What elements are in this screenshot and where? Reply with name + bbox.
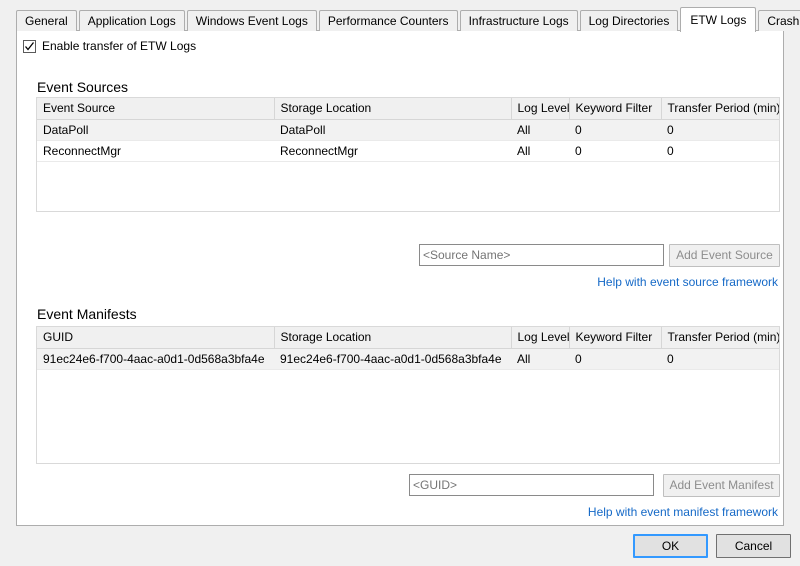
cancel-button[interactable]: Cancel xyxy=(716,534,791,558)
table-row[interactable]: ReconnectMgr ReconnectMgr All 0 0 xyxy=(37,140,779,162)
enable-etw-logs-row[interactable]: Enable transfer of ETW Logs xyxy=(23,40,196,53)
tab-crash-dumps[interactable]: Crash Dumps xyxy=(758,10,800,31)
empty-cell xyxy=(511,369,569,370)
tab-general[interactable]: General xyxy=(16,10,77,31)
cell-storage-location[interactable]: ReconnectMgr xyxy=(274,140,511,162)
event-sources-grid[interactable]: Event Source Storage Location Log Level … xyxy=(36,97,780,212)
cell-transfer-period[interactable]: 0 xyxy=(661,119,779,141)
cell-keyword-filter[interactable]: 0 xyxy=(569,140,661,162)
column-header-storage-location[interactable]: Storage Location xyxy=(274,98,512,120)
event-manifests-grid[interactable]: GUID Storage Location Log Level Keyword … xyxy=(36,326,780,464)
cell-storage-location[interactable]: DataPoll xyxy=(274,119,511,141)
empty-cell xyxy=(274,369,511,370)
cell-transfer-period[interactable]: 0 xyxy=(661,140,779,162)
cell-event-source[interactable]: DataPoll xyxy=(37,119,274,141)
column-header-keyword-filter[interactable]: Keyword Filter xyxy=(569,327,662,349)
tab-log-directories[interactable]: Log Directories xyxy=(579,10,679,31)
cell-keyword-filter[interactable]: 0 xyxy=(569,119,661,141)
cell-log-level[interactable]: All xyxy=(511,348,569,370)
add-event-source-button[interactable]: Add Event Source xyxy=(669,244,780,267)
cell-guid[interactable]: 91ec24e6-f700-4aac-a0d1-0d568a3bfa4e xyxy=(37,348,274,370)
cell-storage-location[interactable]: 91ec24e6-f700-4aac-a0d1-0d568a3bfa4e xyxy=(274,348,511,370)
empty-cell xyxy=(661,161,779,162)
empty-cell xyxy=(511,161,569,162)
cell-log-level[interactable]: All xyxy=(511,119,569,141)
column-header-transfer-period[interactable]: Transfer Period (min) xyxy=(661,98,779,120)
tab-content-panel: Enable transfer of ETW Logs Event Source… xyxy=(16,30,784,526)
add-event-manifest-button[interactable]: Add Event Manifest xyxy=(663,474,780,497)
enable-etw-logs-label: Enable transfer of ETW Logs xyxy=(42,39,197,53)
empty-cell xyxy=(569,369,661,370)
checkbox-checked-icon[interactable] xyxy=(23,40,36,53)
empty-cell xyxy=(569,161,661,162)
table-empty-area xyxy=(37,369,779,370)
cell-transfer-period[interactable]: 0 xyxy=(661,348,779,370)
guid-input[interactable] xyxy=(409,474,654,496)
table-header-row: GUID Storage Location Log Level Keyword … xyxy=(37,327,779,349)
empty-cell xyxy=(37,369,274,370)
column-header-transfer-period[interactable]: Transfer Period (min) xyxy=(661,327,779,349)
tab-bar: General Application Logs Windows Event L… xyxy=(16,7,800,32)
empty-cell xyxy=(37,161,274,162)
cell-keyword-filter[interactable]: 0 xyxy=(569,348,661,370)
column-header-guid[interactable]: GUID xyxy=(37,327,275,349)
cell-event-source[interactable]: ReconnectMgr xyxy=(37,140,274,162)
column-header-storage-location[interactable]: Storage Location xyxy=(274,327,512,349)
empty-cell xyxy=(274,161,511,162)
column-header-log-level[interactable]: Log Level xyxy=(511,98,570,120)
column-header-event-source[interactable]: Event Source xyxy=(37,98,275,120)
event-source-help-link[interactable]: Help with event source framework xyxy=(597,275,778,289)
table-row[interactable]: 91ec24e6-f700-4aac-a0d1-0d568a3bfa4e 91e… xyxy=(37,348,779,370)
event-manifest-help-link[interactable]: Help with event manifest framework xyxy=(588,505,778,519)
event-sources-title: Event Sources xyxy=(37,79,129,95)
tab-performance-counters[interactable]: Performance Counters xyxy=(318,10,458,31)
table-header-row: Event Source Storage Location Log Level … xyxy=(37,98,779,120)
table-row[interactable]: DataPoll DataPoll All 0 0 xyxy=(37,119,779,141)
table-empty-area xyxy=(37,161,779,162)
column-header-log-level[interactable]: Log Level xyxy=(511,327,570,349)
ok-button[interactable]: OK xyxy=(633,534,708,558)
tab-infrastructure-logs[interactable]: Infrastructure Logs xyxy=(459,10,578,31)
event-manifests-title: Event Manifests xyxy=(37,306,137,322)
tab-etw-logs[interactable]: ETW Logs xyxy=(680,7,757,32)
source-name-input[interactable] xyxy=(419,244,664,266)
empty-cell xyxy=(661,369,779,370)
tab-windows-event-logs[interactable]: Windows Event Logs xyxy=(186,10,317,31)
cell-log-level[interactable]: All xyxy=(511,140,569,162)
column-header-keyword-filter[interactable]: Keyword Filter xyxy=(569,98,662,120)
tab-application-logs[interactable]: Application Logs xyxy=(78,10,185,31)
